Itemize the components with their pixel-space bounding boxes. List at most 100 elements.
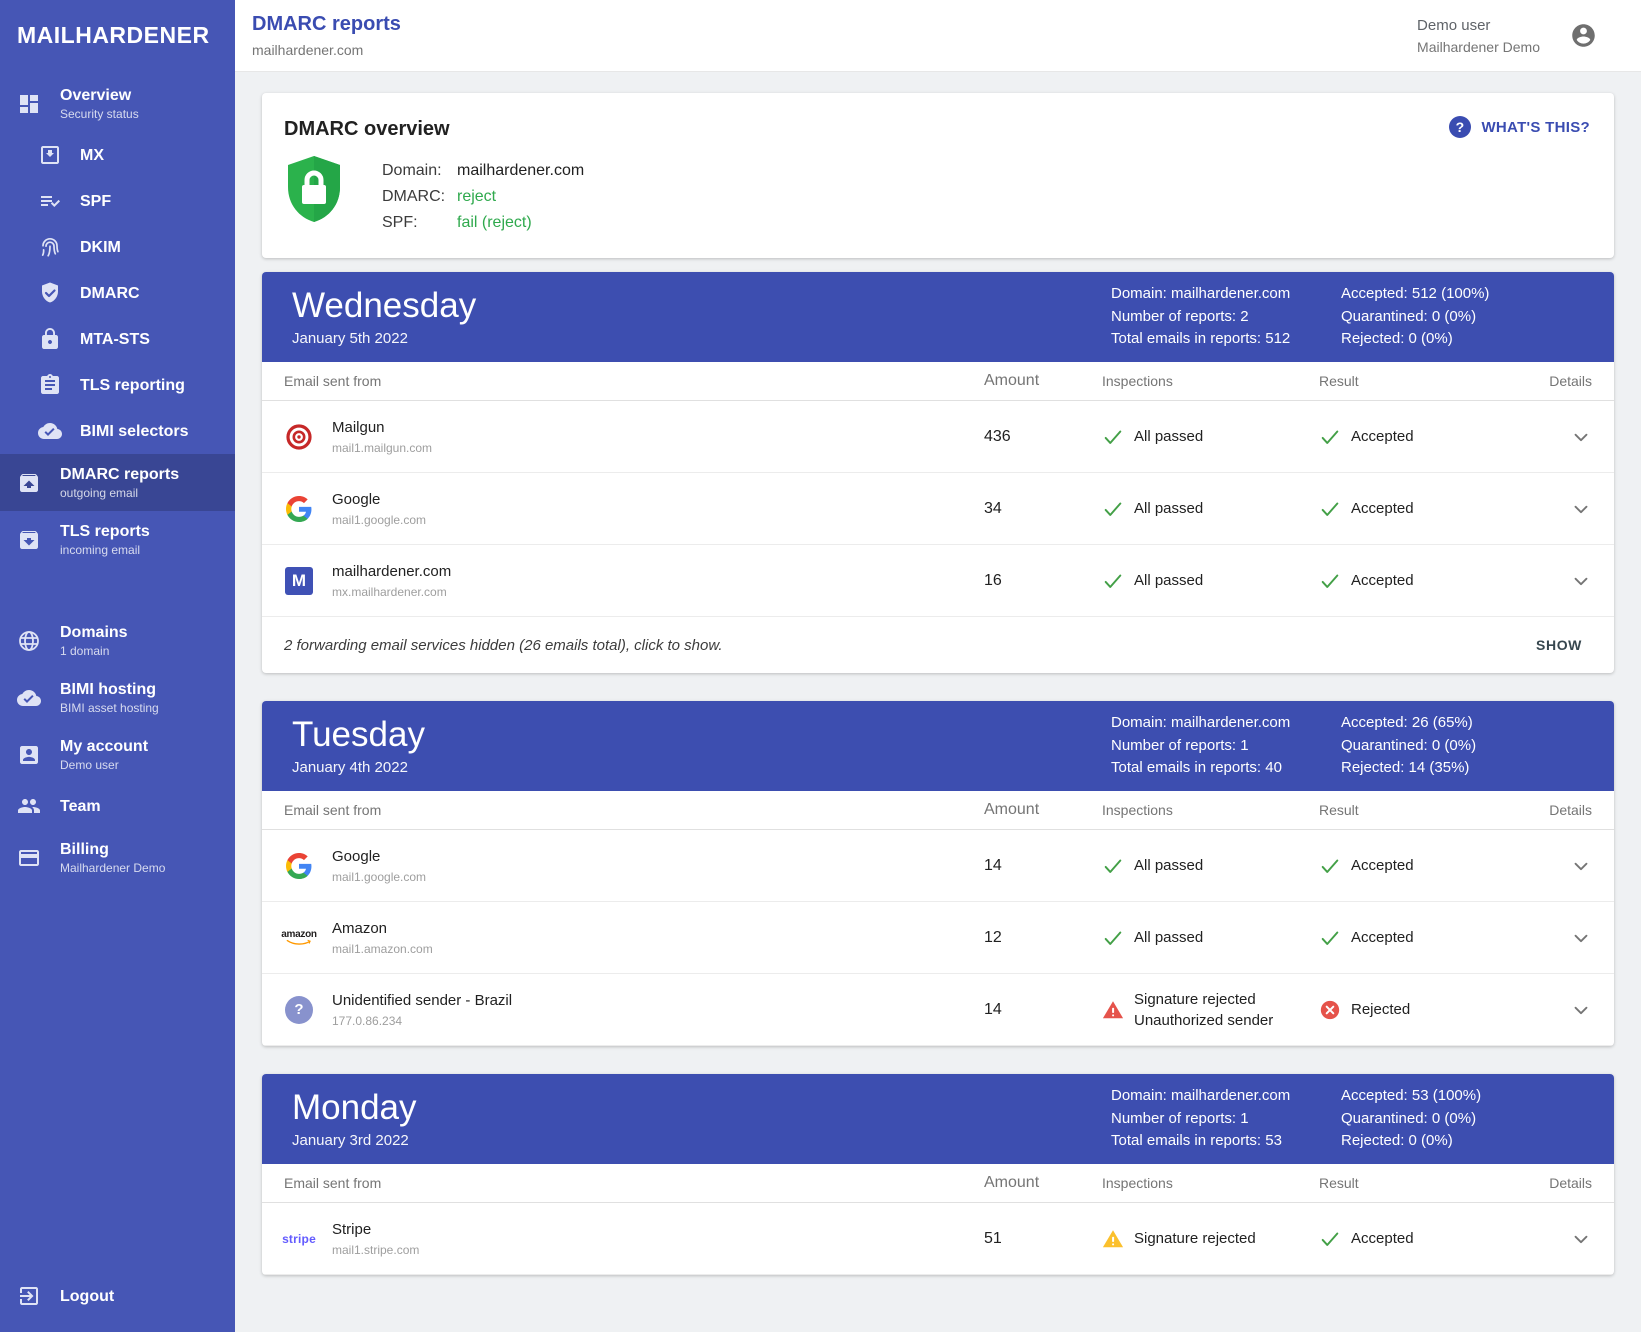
result-text: Accepted (1351, 428, 1414, 445)
sender-cell: stripeStripemail1.stripe.com (284, 1221, 984, 1257)
avatar-icon[interactable] (1570, 22, 1597, 49)
sender-domain: mail1.google.com (332, 513, 426, 527)
unknown-logo-icon: ? (284, 996, 314, 1024)
details-cell (1542, 1228, 1592, 1250)
column-email-sent-from: Email sent from (284, 373, 984, 389)
amount-value: 436 (984, 428, 1102, 446)
check-icon (1102, 855, 1124, 877)
column-email-sent-from: Email sent from (284, 802, 984, 818)
table-row: amazonAmazonmail1.amazon.com12All passed… (262, 902, 1614, 974)
sidebar-item-dkim[interactable]: DKIM (0, 224, 235, 270)
table-header: Email sent fromAmountInspectionsResultDe… (262, 362, 1614, 401)
chevron-down-icon[interactable] (1570, 498, 1592, 520)
svg-text:?: ? (1456, 119, 1465, 135)
sidebar-item-billing[interactable]: BillingMailhardener Demo (0, 829, 235, 886)
shield-check-icon (38, 281, 62, 305)
column-inspections: Inspections (1102, 1175, 1319, 1191)
result-cell: Accepted (1319, 498, 1542, 520)
show-button[interactable]: SHOW (1528, 631, 1590, 659)
sidebar-item-domains[interactable]: Domains1 domain (0, 612, 235, 669)
check-icon (1102, 426, 1124, 448)
sidebar-item-label: TLS reporting (80, 377, 185, 394)
shield-lock-icon (286, 155, 342, 223)
inspection-line: All passed (1134, 498, 1203, 519)
sidebar-item-text: DMARC (80, 284, 140, 303)
user-org: Mailhardener Demo (1417, 39, 1540, 55)
sidebar-item-sublabel: Mailhardener Demo (60, 861, 165, 875)
table-header: Email sent fromAmountInspectionsResultDe… (262, 1164, 1614, 1203)
sender-text: Mailgunmail1.mailgun.com (332, 419, 432, 455)
sidebar-item-label: TLS reports (60, 523, 150, 540)
day-stat-line: Accepted: 512 (100%) (1341, 283, 1593, 306)
sidebar-item-text: OverviewSecurity status (60, 86, 139, 121)
hidden-services-footer: 2 forwarding email services hidden (26 e… (262, 617, 1614, 673)
day-date: January 3rd 2022 (292, 1132, 1111, 1149)
sidebar-item-dmarc[interactable]: DMARC (0, 270, 235, 316)
sidebar-item-label: DMARC (80, 285, 140, 302)
chevron-down-icon[interactable] (1570, 855, 1592, 877)
sidebar-item-overview[interactable]: OverviewSecurity status (0, 75, 235, 132)
sidebar-item-text: Team (60, 797, 101, 816)
result-text: Accepted (1351, 1230, 1414, 1247)
column-details: Details (1542, 1175, 1592, 1191)
table-header: Email sent fromAmountInspectionsResultDe… (262, 791, 1614, 830)
sender-name: Stripe (332, 1221, 419, 1239)
sidebar-item-tls-reports[interactable]: TLS reportsincoming email (0, 511, 235, 568)
sidebar-item-label: Overview (60, 87, 131, 104)
sidebar-item-tls-reporting[interactable]: TLS reporting (0, 362, 235, 408)
whats-this-link[interactable]: ? WHAT'S THIS? (1448, 115, 1590, 139)
chevron-down-icon[interactable] (1570, 999, 1592, 1021)
sidebar-item-label: BIMI selectors (80, 423, 188, 440)
overview-row-label: Domain: (382, 158, 457, 184)
day-stat-line: Quarantined: 0 (0%) (1341, 735, 1593, 758)
result-text: Rejected (1351, 1001, 1410, 1018)
chevron-down-icon[interactable] (1570, 426, 1592, 448)
result-cell: Accepted (1319, 426, 1542, 448)
inspection-text: Signature rejectedUnauthorized sender (1134, 989, 1273, 1031)
overview-row-value: mailhardener.com (457, 158, 584, 184)
dmarc-overview-card: DMARC overview ? WHAT'S THIS? Domain:mai… (262, 93, 1614, 258)
column-result: Result (1319, 802, 1542, 818)
chevron-down-icon[interactable] (1570, 570, 1592, 592)
sidebar-item-label: DMARC reports (60, 466, 179, 483)
sidebar-item-bimi-hosting[interactable]: BIMI hostingBIMI asset hosting (0, 669, 235, 726)
column-amount: Amount (984, 1174, 1102, 1192)
sidebar-item-text: Domains1 domain (60, 623, 128, 658)
inspections-cell: All passed (1102, 426, 1319, 448)
sidebar-item-spf[interactable]: SPF (0, 178, 235, 224)
inspection-line: Signature rejected (1134, 989, 1273, 1010)
sidebar-item-mta-sts[interactable]: MTA-STS (0, 316, 235, 362)
overview-row: SPF:fail (reject) (382, 210, 584, 236)
sidebar-item-label: SPF (80, 193, 111, 210)
check-icon (1319, 426, 1341, 448)
sender-text: mailhardener.commx.mailhardener.com (332, 563, 451, 599)
inspections-cell: All passed (1102, 927, 1319, 949)
details-cell (1542, 426, 1592, 448)
sender-domain: mail1.stripe.com (332, 1243, 419, 1257)
inspection-text: All passed (1134, 498, 1203, 519)
sidebar-item-dmarc-reports[interactable]: DMARC reportsoutgoing email (0, 454, 235, 511)
hidden-services-note[interactable]: 2 forwarding email services hidden (26 e… (284, 637, 723, 654)
inspections-cell: All passed (1102, 855, 1319, 877)
credit-card-icon (17, 846, 41, 870)
sidebar-item-text: My accountDemo user (60, 737, 148, 772)
cross-icon (1319, 999, 1341, 1021)
day-name: Tuesday (292, 716, 1111, 754)
sidebar-item-team[interactable]: Team (0, 783, 235, 829)
sidebar-item-text: TLS reportsincoming email (60, 522, 150, 557)
result-text: Accepted (1351, 572, 1414, 589)
sender-cell: Mailgunmail1.mailgun.com (284, 419, 984, 455)
inspection-line: All passed (1134, 927, 1203, 948)
sidebar-item-bimi-selectors[interactable]: BIMI selectors (0, 408, 235, 454)
inspection-line: All passed (1134, 570, 1203, 591)
content: DMARC overview ? WHAT'S THIS? Domain:mai… (235, 72, 1641, 1332)
sidebar-item-label: Domains (60, 624, 128, 641)
cloud-check-icon (17, 686, 41, 710)
chevron-down-icon[interactable] (1570, 1228, 1592, 1250)
chevron-down-icon[interactable] (1570, 927, 1592, 949)
sidebar-item-my-account[interactable]: My accountDemo user (0, 726, 235, 783)
sidebar-item-mx[interactable]: MX (0, 132, 235, 178)
sidebar-item-text: DKIM (80, 238, 121, 257)
sidebar-item-logout[interactable]: Logout (17, 1284, 114, 1308)
overview-row: DMARC:reject (382, 184, 584, 210)
